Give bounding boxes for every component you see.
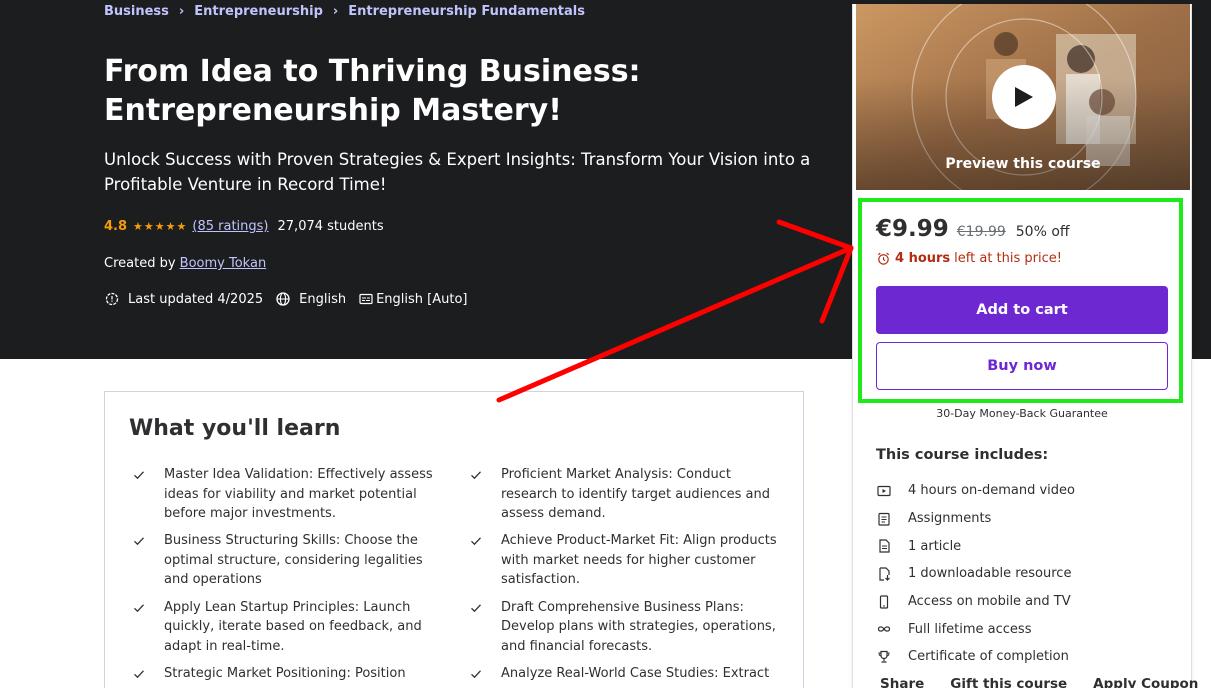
check-icon [134,471,144,480]
learn-item: Analyze Real-World Case Studies: Extract [466,664,781,684]
breadcrumb-entrepreneurship[interactable]: Entrepreneurship [194,4,323,19]
learn-item: Strategic Market Positioning: Position [129,664,466,684]
captions-icon [358,291,374,307]
assignment-icon [878,512,890,526]
include-text: Certificate of completion [908,649,1069,665]
created-by-label: Created by [104,256,176,271]
check-icon [471,537,481,546]
apply-coupon-link[interactable]: Apply Coupon [1093,676,1198,688]
globe-icon [275,291,291,307]
last-updated-text: Last updated 4/2025 [128,291,264,307]
course-meta: Last updated 4/2025 English English [Aut… [104,291,480,307]
breadcrumb-entrepreneurship-fundamentals[interactable]: Entrepreneurship Fundamentals [348,4,585,19]
learn-item: Achieve Product-Market Fit: Align produc… [466,531,781,590]
breadcrumb: Business › Entrepreneurship › Entreprene… [104,4,585,19]
check-icon [471,670,481,678]
rating-value: 4.8 [104,219,128,234]
star-icon: ★ [176,220,187,233]
article-icon [879,539,890,553]
include-text: Assignments [908,511,992,527]
check-icon [134,603,144,612]
preview-label: Preview this course [945,156,1101,172]
learn-item: Business Structuring Skills: Choose the … [129,531,466,590]
learn-item-text: Apply Lean Startup Principles: Launch qu… [164,599,422,654]
last-updated: Last updated 4/2025 [104,291,263,307]
includes-title: This course includes: [876,447,1049,463]
include-text: Full lifetime access [908,621,1032,637]
alert-badge-icon [104,291,120,307]
star-icon: ★ [143,220,154,233]
star-icon: ★ [165,220,176,233]
check-icon [134,670,144,678]
what-you-learn-title: What you'll learn [129,416,341,441]
card-actions: Share Gift this course Apply Coupon [880,676,1198,688]
learn-item: Proficient Market Analysis: Conduct rese… [466,465,781,524]
check-icon [471,471,481,480]
check-icon [134,537,144,546]
money-back-guarantee: 30-Day Money-Back Guarantee [936,407,1108,420]
chevron-right-icon: › [332,4,339,19]
captions-text: English [Auto] [376,291,468,307]
learn-item: Draft Comprehensive Business Plans: Deve… [466,598,781,657]
learn-item-text: Business Structuring Skills: Choose the … [164,533,423,588]
learn-item-text: Analyze Real-World Case Studies: Extract [501,665,770,681]
include-item: 1 article [876,532,1075,560]
infinity-icon [877,626,891,632]
learn-item: Master Idea Validation: Effectively asse… [129,465,466,524]
language-text: English [299,291,347,307]
course-title: From Idea to Thriving Business: Entrepre… [104,54,641,128]
include-item: 4 hours on-demand video [876,477,1075,505]
learn-list: Master Idea Validation: Effectively asse… [129,465,789,688]
ratings-count-link[interactable]: (85 ratings) [192,219,268,234]
include-item: Full lifetime access [876,615,1075,643]
star-icon: ★ [154,220,165,233]
language: English [275,291,346,307]
learn-item: Apply Lean Startup Principles: Launch qu… [129,598,466,657]
learn-item-text: Proficient Market Analysis: Conduct rese… [501,467,771,522]
video-icon [877,485,891,496]
rating-row: 4.8 ★ ★ ★ ★ ★ (85 ratings) 27,074 studen… [104,219,384,234]
include-item: Access on mobile and TV [876,588,1075,616]
star-icon: ★ [133,220,143,233]
highlight-box [858,198,1183,403]
instructor-link[interactable]: Boomy Tokan [180,256,267,271]
breadcrumb-business[interactable]: Business [104,4,169,19]
students-count: 27,074 students [277,219,384,234]
play-icon [1015,87,1033,107]
include-item: 1 downloadable resource [876,560,1075,588]
captions: English [Auto] [358,291,468,307]
include-item: Certificate of completion [876,643,1075,671]
created-by: Created by Boomy Tokan [104,256,266,271]
includes-list: 4 hours on-demand video Assignments 1 ar… [876,477,1075,671]
what-you-learn-box: What you'll learn Master Idea Validation… [104,391,804,688]
mobile-icon [879,594,889,609]
gift-course-link[interactable]: Gift this course [950,676,1067,688]
include-text: 1 article [908,538,962,554]
chevron-right-icon: › [178,4,185,19]
learn-item-text: Strategic Market Positioning: Position [164,665,406,681]
learn-item-text: Achieve Product-Market Fit: Align produc… [501,533,777,588]
share-link[interactable]: Share [880,676,924,688]
play-button[interactable] [992,65,1056,129]
check-icon [471,603,481,612]
include-text: Access on mobile and TV [908,594,1071,610]
include-text: 4 hours on-demand video [908,483,1075,499]
star-rating: ★ ★ ★ ★ ★ [133,221,186,232]
learn-item-text: Master Idea Validation: Effectively asse… [164,467,433,522]
include-item: Assignments [876,505,1075,533]
download-icon [879,567,890,581]
include-text: 1 downloadable resource [908,566,1072,582]
course-subtitle: Unlock Success with Proven Strategies & … [104,150,811,194]
trophy-icon [878,650,890,663]
learn-item-text: Draft Comprehensive Business Plans: Deve… [501,599,776,654]
course-preview[interactable]: Preview this course [856,4,1190,190]
